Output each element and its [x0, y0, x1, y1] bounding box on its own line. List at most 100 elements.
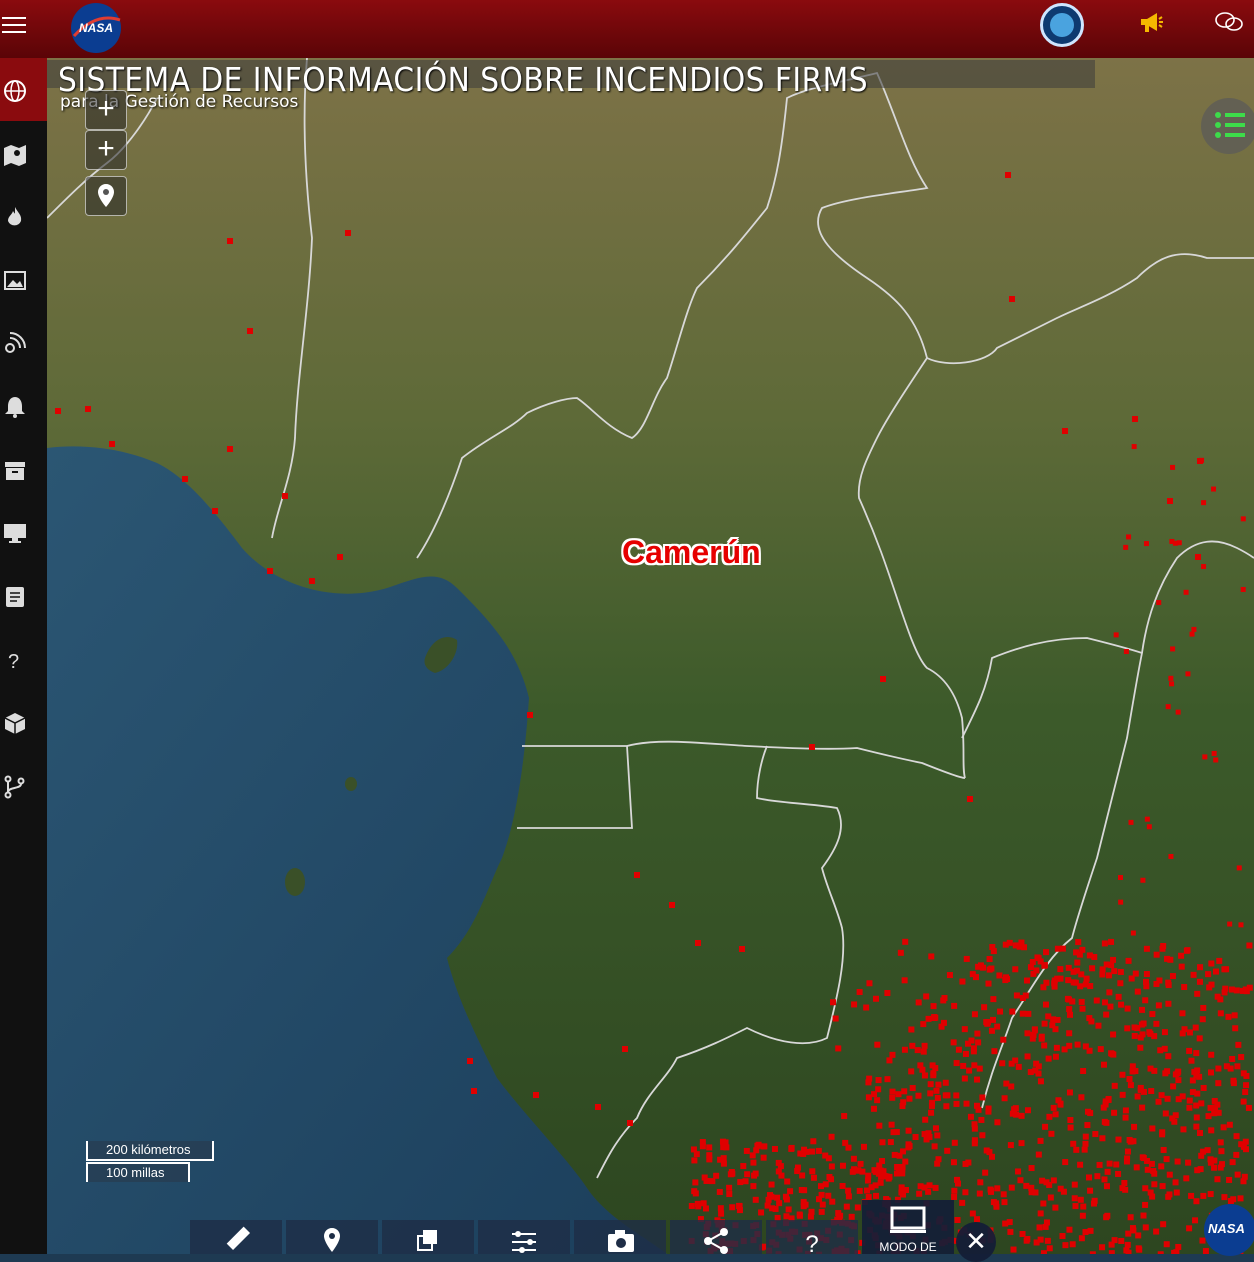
help-button[interactable]: ? [766, 1220, 858, 1254]
fire-dot [1126, 1250, 1132, 1254]
fire-dot [1140, 878, 1145, 883]
fire-dot [935, 1082, 941, 1088]
fire-dot [1115, 1171, 1121, 1177]
fire-dot [1208, 1069, 1214, 1075]
close-button[interactable]: ✕ [956, 1222, 996, 1262]
fire-dot [1149, 1194, 1155, 1200]
fire-dot [993, 1204, 999, 1210]
fire-dot [1221, 1194, 1227, 1200]
fire-dot [1108, 939, 1114, 945]
fire-dot [1164, 1241, 1170, 1247]
fire-icon[interactable] [2, 204, 28, 230]
fire-dot [1163, 1110, 1169, 1116]
fire-dot [988, 1189, 994, 1195]
pin-button[interactable] [286, 1220, 378, 1254]
fire-dot [1181, 984, 1187, 990]
fire-dot [1156, 1099, 1162, 1105]
fire-dot [1104, 1183, 1110, 1189]
archive-icon[interactable] [2, 458, 28, 484]
fire-dot [1142, 997, 1148, 1003]
fire-dot [1123, 1107, 1129, 1113]
fire-dot [1030, 971, 1036, 977]
fire-dot [1019, 1113, 1025, 1119]
fire-dot [1125, 1242, 1131, 1248]
satellite-feed-icon[interactable] [2, 330, 28, 356]
fire-dot [471, 1088, 477, 1094]
fire-dot [1208, 1191, 1214, 1197]
fire-dot [1139, 1105, 1145, 1111]
fire-dot [886, 1057, 892, 1063]
fire-dot [1013, 1105, 1019, 1111]
fire-dot [787, 1188, 793, 1194]
search-icon[interactable] [1040, 3, 1084, 47]
layers-list-button[interactable] [1201, 98, 1254, 154]
ruler-button[interactable] [190, 1220, 282, 1254]
layers-copy-button[interactable] [382, 1220, 474, 1254]
fire-dot [797, 1213, 803, 1219]
fire-dot [1199, 458, 1204, 463]
fire-dot [1123, 1115, 1129, 1121]
fire-dot [1030, 959, 1036, 965]
fire-dot [1229, 1056, 1235, 1062]
help-icon[interactable]: ? [2, 648, 28, 674]
fire-dot [1102, 940, 1108, 946]
globe-icon[interactable] [2, 78, 28, 104]
sliders-button[interactable] [478, 1220, 570, 1254]
camera-button[interactable] [574, 1220, 666, 1254]
nasa-corner-logo[interactable]: NASA [1204, 1204, 1254, 1256]
fire-dot [951, 1159, 957, 1165]
fire-dot [1242, 1089, 1248, 1095]
fire-dot [1247, 985, 1253, 991]
document-icon[interactable] [2, 584, 28, 610]
fire-dot [1087, 952, 1093, 958]
fire-dot [1191, 972, 1197, 978]
fire-dot [1187, 1098, 1193, 1104]
fire-dot [922, 1117, 928, 1123]
fire-dot [871, 1167, 877, 1173]
hamburger-menu-icon[interactable] [2, 12, 26, 34]
bell-icon[interactable] [2, 394, 28, 420]
map-view[interactable] [47, 58, 1254, 1254]
fire-dot [761, 1155, 767, 1161]
chat-icon[interactable] [1214, 10, 1244, 36]
fire-dot [1028, 1185, 1034, 1191]
fire-dot [959, 1200, 965, 1206]
image-icon[interactable] [2, 268, 28, 294]
fire-dot [930, 1062, 936, 1068]
fire-dot [1020, 1231, 1026, 1237]
fire-dot [929, 1100, 935, 1106]
fire-dot [1073, 949, 1079, 955]
fire-dot [874, 1042, 880, 1048]
zoom-in-button[interactable]: + [85, 90, 127, 130]
fire-dot [1074, 960, 1080, 966]
fire-dot [1168, 854, 1173, 859]
fire-dot [1197, 979, 1203, 985]
map-icon[interactable] [2, 142, 28, 168]
fire-dot [801, 1187, 807, 1193]
fire-dot [1103, 1214, 1109, 1220]
monitor-icon[interactable] [2, 520, 28, 546]
fire-dot [1080, 1068, 1086, 1074]
fire-dot [884, 990, 890, 996]
location-pin-button[interactable] [85, 176, 127, 216]
fire-dot [1215, 1080, 1221, 1086]
cube-icon[interactable] [2, 710, 28, 736]
fire-dot [1118, 900, 1123, 905]
fire-dot [959, 979, 965, 985]
fire-dot [1137, 1045, 1143, 1051]
share-button[interactable] [670, 1220, 762, 1254]
megaphone-icon[interactable] [1138, 10, 1164, 36]
fire-dot [1036, 955, 1042, 961]
fire-dot [928, 1081, 934, 1087]
nasa-logo[interactable]: NASA [68, 2, 124, 54]
fire-dot [693, 1190, 699, 1196]
fire-dot [1095, 1023, 1101, 1029]
display-mode-button[interactable]: MODO DE [862, 1200, 954, 1254]
fire-dot [1062, 428, 1068, 434]
fire-dot [1126, 1076, 1132, 1082]
branch-icon[interactable] [2, 774, 28, 800]
fire-dot [989, 1028, 995, 1034]
fire-dot [1068, 1125, 1074, 1131]
zoom-in-button-2[interactable]: + [85, 130, 127, 170]
fire-dot [981, 1004, 987, 1010]
